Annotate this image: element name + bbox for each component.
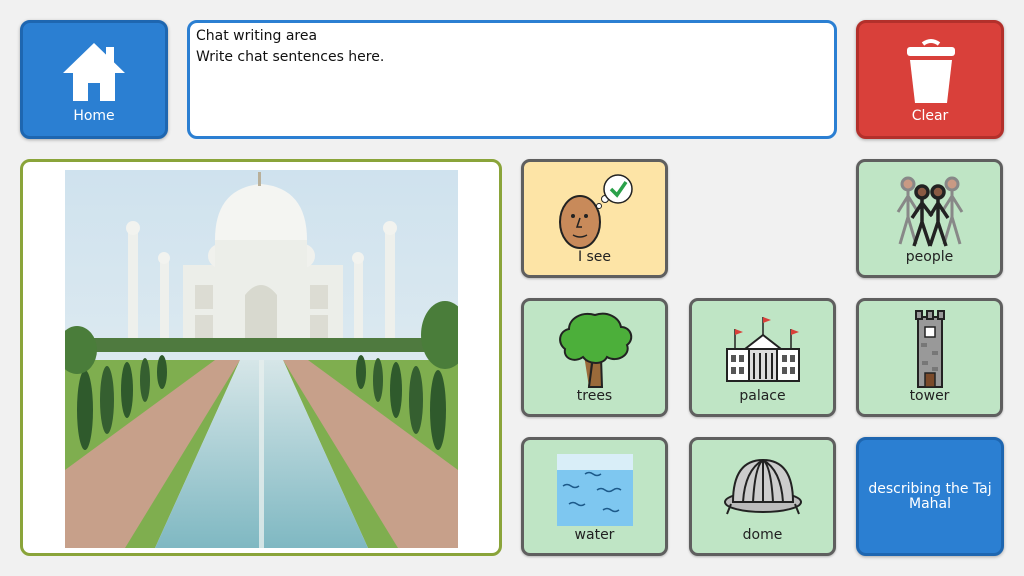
clear-button[interactable]: Clear [856, 20, 1004, 139]
home-button[interactable]: Home [20, 20, 168, 139]
chat-title: Chat writing area [196, 28, 318, 44]
tile-label: trees [576, 388, 613, 404]
tile-i-see[interactable]: I see [521, 159, 668, 278]
home-label: Home [73, 108, 115, 124]
tile-water[interactable]: water [521, 437, 668, 556]
face-thinking-check-icon [558, 174, 633, 249]
tower-icon [914, 310, 945, 388]
tile-label: water [574, 527, 615, 543]
tile-trees[interactable]: trees [521, 298, 668, 417]
tile-label: I see [577, 249, 612, 265]
people-icon [896, 176, 963, 247]
trash-icon [907, 39, 955, 103]
home-icon [63, 43, 125, 101]
clear-label: Clear [911, 108, 949, 124]
tile-tower[interactable]: tower [856, 298, 1003, 417]
tile-people[interactable]: people [856, 159, 1003, 278]
describing-label: describing the Taj Mahal [868, 480, 992, 512]
tile-label: people [905, 249, 954, 265]
dome-icon [723, 458, 802, 515]
tile-palace[interactable]: palace [689, 298, 836, 417]
tile-dome[interactable]: dome [689, 437, 836, 556]
chat-placeholder: Write chat sentences here. [196, 49, 385, 65]
water-icon [556, 454, 633, 526]
tile-label: dome [742, 527, 783, 543]
palace-icon [725, 317, 800, 382]
describing-taj-mahal-button[interactable]: describing the Taj Mahal [856, 437, 1004, 556]
tile-label: tower [909, 388, 950, 404]
taj-mahal-photo [65, 170, 458, 548]
chat-writing-area[interactable]: Chat writing area Write chat sentences h… [187, 20, 837, 139]
photo-frame [20, 159, 502, 556]
tile-label: palace [739, 388, 786, 404]
tree-icon [558, 312, 632, 388]
